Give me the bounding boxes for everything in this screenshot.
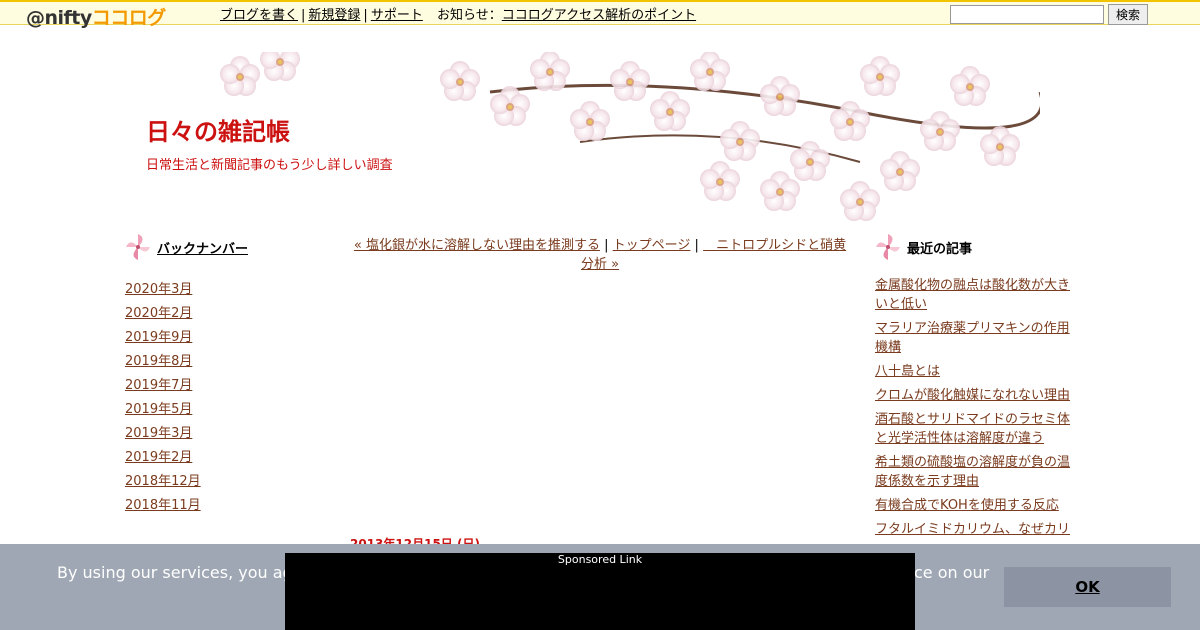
archive-link[interactable]: 2019年8月 [125, 350, 201, 374]
archive-link[interactable]: 2020年2月 [125, 302, 201, 326]
blog-description: 日常生活と新聞記事のもう少し詳しい調査 [146, 158, 393, 173]
nav-notice-label: お知らせ [436, 8, 489, 23]
cookie-consent-text: By using our services, you agree [57, 563, 319, 582]
nav-separator: | [301, 8, 306, 23]
recent-article-link[interactable]: クロムが酸化触媒になれない理由 [875, 386, 1075, 405]
pinwheel-icon [126, 234, 150, 260]
right-sidebar-heading: 最近の記事 [875, 232, 972, 262]
archive-link[interactable]: 2019年9月 [125, 326, 201, 350]
nav-separator: | [363, 8, 368, 23]
recent-article-link[interactable]: 金属酸化物の融点は酸化数が大きいと低い [875, 276, 1075, 314]
nav-write-blog-link[interactable]: ブログを書く [220, 8, 298, 23]
nav-notice-colon: ： [488, 8, 502, 23]
top-bar: @niftyココログ ブログを書く | 新規登録 | サポート お知らせ：ココログアクセ… [0, 0, 1200, 29]
left-sidebar-heading: バックナンバー [125, 232, 248, 262]
recent-article-link[interactable]: 希土類の硫酸塩の溶解度が負の温度係数を示す理由 [875, 453, 1075, 491]
recent-articles-heading: 最近の記事 [907, 241, 973, 257]
post-nav-separator: | [600, 238, 613, 253]
archive-link[interactable]: 2020年3月 [125, 278, 201, 302]
nav-register-link[interactable]: 新規登録 [308, 8, 360, 23]
archive-link[interactable]: 2018年12月 [125, 470, 201, 494]
top-nav: ブログを書く | 新規登録 | サポート お知らせ：ココログアクセス解析のポイント [220, 4, 696, 23]
nav-support-link[interactable]: サポート [371, 8, 423, 23]
archive-link[interactable]: 2019年2月 [125, 446, 201, 470]
post-nav-separator: | [690, 238, 704, 253]
archive-link[interactable]: 2019年5月 [125, 398, 201, 422]
archive-list: 2020年3月 2020年2月 2019年9月 2019年8月 2019年7月 … [125, 278, 201, 518]
recent-articles-list: 金属酸化物の融点は酸化数が大きいと低い マラリア治療薬プリマキンの作用機構 八十… [875, 276, 1075, 544]
archive-link[interactable]: 2019年3月 [125, 422, 201, 446]
cookie-ok-button[interactable]: OK [1004, 567, 1171, 607]
search-button[interactable]: 検索 [1108, 4, 1148, 25]
logo-cocolog: ココログ [91, 7, 167, 29]
recent-article-link[interactable]: 八十島とは [875, 362, 1075, 381]
cookie-consent-text-end: ce on our [914, 563, 990, 582]
back-number-heading-link[interactable]: バックナンバー [157, 238, 248, 257]
sponsored-link-label: Sponsored Link [557, 553, 643, 566]
recent-article-link[interactable]: フタルイミドカリウム、なぜカリ [875, 520, 1075, 539]
sponsored-ad-box[interactable]: Sponsored Link [285, 553, 915, 630]
nav-notice-link[interactable]: ココログアクセス解析のポイント [502, 8, 696, 23]
blog-title[interactable]: 日々の雑記帳 [146, 112, 290, 147]
recent-article-link[interactable]: マラリア治療薬プリマキンの作用機構 [875, 319, 1075, 357]
recent-article-link[interactable]: 有機合成でKOHを使用する反応 [875, 496, 1075, 515]
archive-link[interactable]: 2019年7月 [125, 374, 201, 398]
top-page-link[interactable]: トップページ [613, 238, 691, 253]
post-navigation: « 塩化銀が水に溶解しない理由を推測する | トップページ | ニトロプルシドと… [350, 236, 850, 274]
prev-post-link[interactable]: « 塩化銀が水に溶解しない理由を推測する [354, 238, 600, 253]
cherry-blossom-banner [160, 52, 1040, 222]
recent-article-link[interactable]: 酒石酸とサリドマイドのラセミ体と光学活性体は溶解度が違う [875, 410, 1075, 448]
logo-at-nifty: @nifty [26, 7, 92, 29]
search-input[interactable] [950, 5, 1104, 24]
pinwheel-icon [876, 234, 900, 260]
nifty-cocolog-logo[interactable]: @niftyココログ [26, 3, 166, 30]
archive-link[interactable]: 2018年11月 [125, 494, 201, 518]
